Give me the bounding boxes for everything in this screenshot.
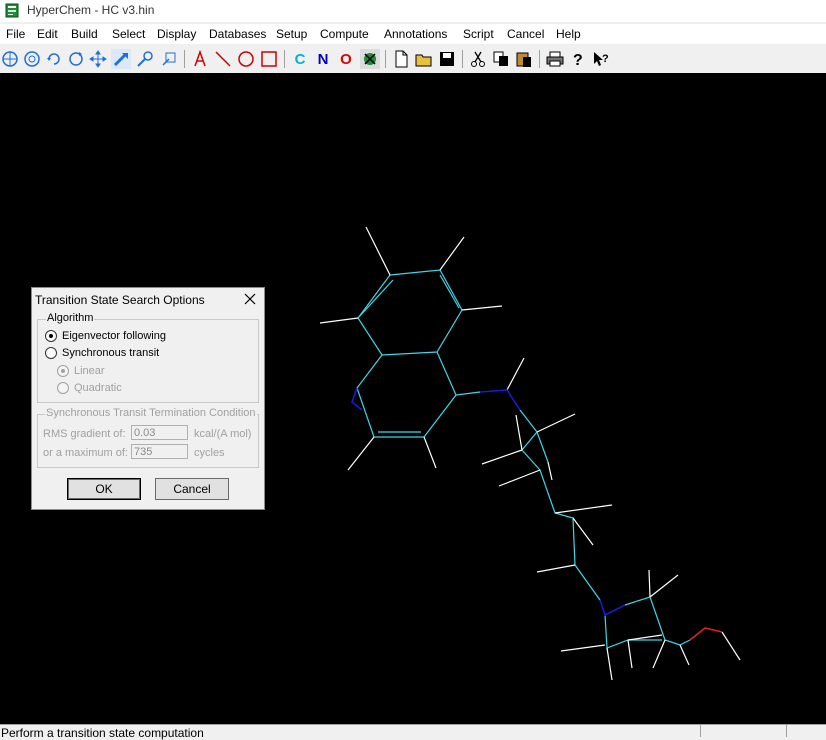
nitrogen-label: N — [317, 50, 329, 68]
status-divider — [786, 725, 787, 737]
transition-state-dialog: Transition State Search Options Algorith… — [31, 287, 265, 510]
toolbar: C N O ? ? — [0, 46, 826, 73]
new-file-icon[interactable] — [391, 49, 411, 69]
save-disk-icon[interactable] — [437, 49, 457, 69]
menu-bar: File Edit Build Select Display Databases… — [0, 24, 826, 44]
max-cycles-field[interactable] — [131, 444, 188, 459]
status-divider — [700, 725, 701, 737]
text-annotation-icon[interactable] — [190, 49, 210, 69]
toolbar-separator — [184, 50, 185, 68]
quadratic-radio[interactable] — [57, 382, 69, 394]
help-icon[interactable]: ? — [568, 49, 588, 69]
nitrogen-bonds — [351, 387, 626, 617]
cancel-button[interactable]: Cancel — [155, 478, 229, 500]
clip-tool-icon[interactable] — [159, 49, 179, 69]
menu-build[interactable]: Build — [71, 27, 98, 41]
svg-text:?: ? — [602, 53, 609, 65]
carbon-label: C — [294, 50, 306, 68]
rectangle-annotation-icon[interactable] — [259, 49, 279, 69]
menu-cancel[interactable]: Cancel — [507, 27, 544, 41]
max-unit: cycles — [194, 447, 225, 459]
z-rotate-icon[interactable] — [66, 49, 86, 69]
zoom-tool-icon[interactable] — [135, 49, 155, 69]
termination-group-label: Synchronous Transit Termination Conditio… — [45, 407, 257, 419]
periodic-table-icon[interactable] — [360, 49, 380, 69]
menu-edit[interactable]: Edit — [37, 27, 58, 41]
rms-unit: kcal/(A mol) — [194, 428, 252, 440]
menu-annotations[interactable]: Annotations — [384, 27, 447, 41]
copy-icon[interactable] — [491, 49, 511, 69]
eigenvector-option[interactable]: Eigenvector following — [45, 329, 166, 343]
draw-tool-icon[interactable] — [0, 49, 20, 69]
synchronous-option[interactable]: Synchronous transit — [45, 346, 159, 360]
oxygen-element-button[interactable]: O — [336, 49, 356, 69]
menu-databases[interactable]: Databases — [209, 27, 266, 41]
toolbar-separator — [385, 50, 386, 68]
oxygen-bonds — [689, 627, 723, 641]
ellipse-annotation-icon[interactable] — [236, 49, 256, 69]
toolbar-separator — [284, 50, 285, 68]
dialog-title: Transition State Search Options — [35, 293, 205, 307]
synchronous-radio[interactable] — [45, 347, 57, 359]
line-annotation-icon[interactable] — [213, 49, 233, 69]
status-text: Perform a transition state computation — [1, 726, 204, 740]
nitrogen-element-button[interactable]: N — [313, 49, 333, 69]
window-title: HyperChem - HC v3.hin — [27, 3, 155, 17]
hydrogen-bonds — [319, 226, 741, 681]
linear-label: Linear — [74, 365, 105, 377]
open-folder-icon[interactable] — [414, 49, 434, 69]
oxygen-label: O — [340, 50, 352, 68]
synchronous-label: Synchronous transit — [62, 347, 160, 359]
menu-script[interactable]: Script — [463, 27, 494, 41]
menu-help[interactable]: Help — [556, 27, 581, 41]
linear-radio[interactable] — [57, 365, 69, 377]
carbon-bonds — [356, 269, 691, 649]
eigenvector-label: Eigenvector following — [62, 330, 166, 342]
linear-option[interactable]: Linear — [57, 364, 105, 378]
quadratic-option[interactable]: Quadratic — [57, 381, 122, 395]
menu-display[interactable]: Display — [157, 27, 196, 41]
translate-tool-icon[interactable] — [88, 49, 108, 69]
context-help-icon[interactable]: ? — [591, 49, 611, 69]
close-icon[interactable] — [242, 291, 258, 307]
algorithm-group-label: Algorithm — [46, 312, 95, 324]
menu-setup[interactable]: Setup — [276, 27, 307, 41]
ok-button[interactable]: OK — [67, 478, 141, 500]
print-icon[interactable] — [545, 49, 565, 69]
xy-rotate-icon[interactable] — [44, 49, 64, 69]
quadratic-label: Quadratic — [74, 382, 122, 394]
title-bar: HyperChem - HC v3.hin — [0, 0, 826, 22]
paste-icon[interactable] — [514, 49, 534, 69]
menu-file[interactable]: File — [6, 27, 25, 41]
termination-group: Synchronous Transit Termination Conditio… — [37, 407, 259, 468]
z-translate-icon[interactable] — [111, 49, 131, 69]
cut-icon[interactable] — [468, 49, 488, 69]
rms-gradient-field[interactable] — [131, 425, 188, 440]
rms-label: RMS gradient of: — [43, 428, 126, 440]
eigenvector-radio[interactable] — [45, 330, 57, 342]
max-label: or a maximum of: — [43, 447, 128, 459]
toolbar-separator — [539, 50, 540, 68]
select-tool-icon[interactable] — [22, 49, 42, 69]
menu-compute[interactable]: Compute — [320, 27, 369, 41]
svg-text:?: ? — [573, 52, 583, 68]
menu-select[interactable]: Select — [112, 27, 145, 41]
carbon-element-button[interactable]: C — [290, 49, 310, 69]
status-bar: Perform a transition state computation — [0, 724, 826, 740]
molecule-workspace[interactable]: Transition State Search Options Algorith… — [0, 73, 826, 724]
toolbar-separator — [462, 50, 463, 68]
hyperchem-app-icon — [5, 3, 19, 18]
